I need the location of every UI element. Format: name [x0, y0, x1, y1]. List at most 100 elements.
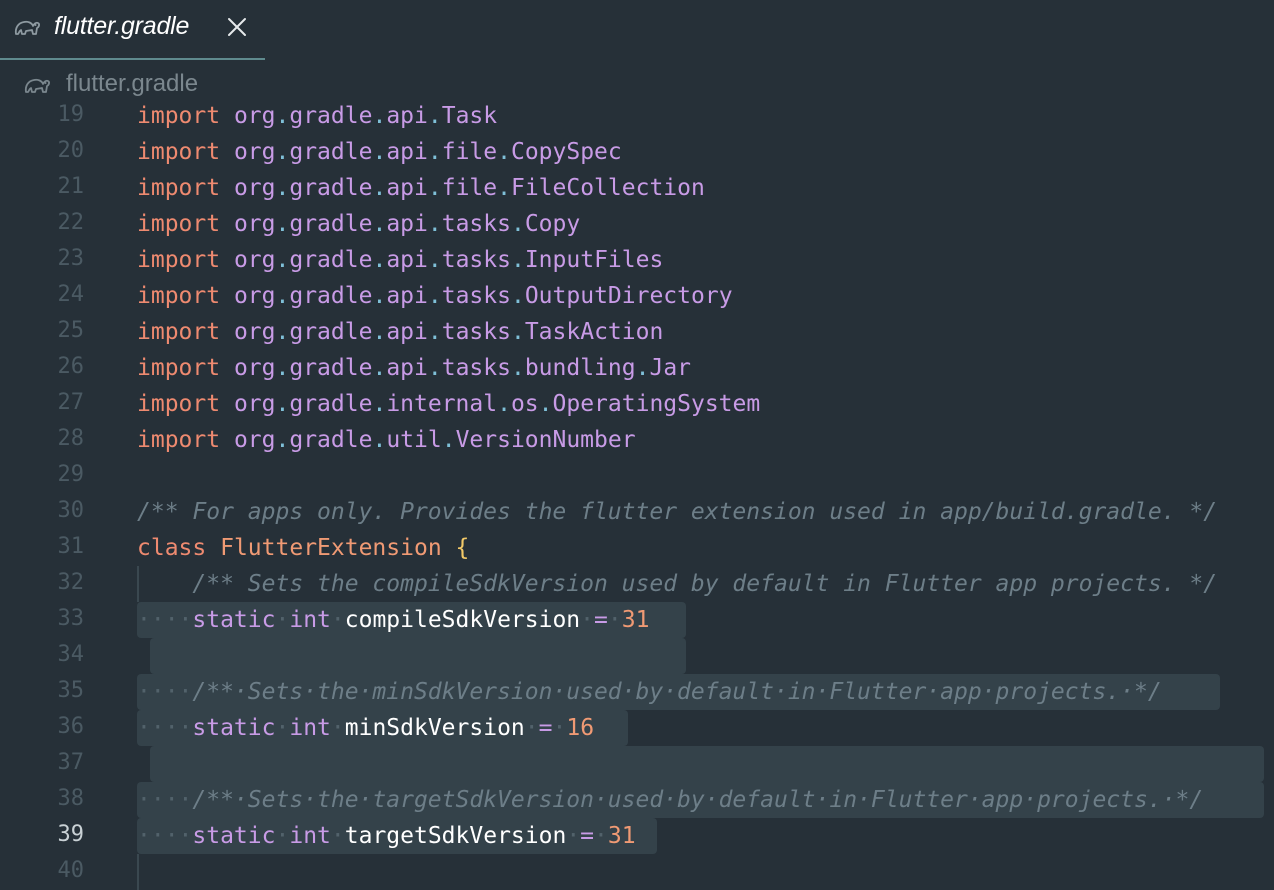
code-token: . — [538, 391, 553, 417]
code-text: import org.gradle.api.tasks.InputFiles — [137, 246, 663, 274]
code-token: tasks — [441, 247, 511, 273]
line-number: 34 — [57, 642, 85, 667]
code-token: org — [233, 247, 276, 273]
code-line[interactable]: 35 ····/**·Sets·the·minSdkVersion·used·by… — [0, 674, 1274, 710]
code-line[interactable]: 19 import org.gradle.api.Task — [0, 98, 1274, 134]
code-token: . — [275, 283, 290, 309]
code-token: TaskAction — [524, 319, 664, 345]
code-line[interactable]: 22 import org.gradle.api.tasks.Copy — [0, 206, 1274, 242]
code-token: util — [386, 427, 442, 453]
code-token: ···· — [137, 679, 193, 705]
code-line[interactable]: 33 ····static·int·compileSdkVersion·=·31 — [0, 602, 1274, 638]
code-token: OperatingSystem — [552, 391, 761, 417]
code-line[interactable]: 38 ····/**·Sets·the·targetSdkVersion·used… — [0, 782, 1274, 818]
code-token: ···· — [137, 607, 193, 633]
code-line[interactable]: 23 import org.gradle.api.tasks.InputFiles — [0, 242, 1274, 278]
code-token: import — [137, 391, 221, 417]
code-token: . — [427, 355, 442, 381]
tab-title: flutter.gradle — [54, 12, 190, 40]
code-line[interactable]: 24 import org.gradle.api.tasks.OutputDire… — [0, 278, 1274, 314]
code-line[interactable]: 34 — [0, 638, 1274, 674]
code-token: . — [510, 283, 525, 309]
code-line[interactable]: 36 ····static·int·minSdkVersion·=·16 — [0, 710, 1274, 746]
code-token: gradle — [289, 103, 373, 129]
code-token: VersionNumber — [455, 427, 636, 453]
code-line[interactable]: 28 import org.gradle.util.VersionNumber — [0, 422, 1274, 458]
code-line[interactable]: 25 import org.gradle.api.tasks.TaskAction — [0, 314, 1274, 350]
code-token: . — [510, 355, 525, 381]
code-token: api — [386, 355, 428, 381]
code-token: . — [427, 283, 442, 309]
code-token: org — [233, 355, 276, 381]
code-token: CopySpec — [510, 139, 622, 165]
code-line[interactable]: 21 import org.gradle.api.file.FileCollect… — [0, 170, 1274, 206]
code-token: Task — [441, 103, 498, 129]
code-token: gradle — [289, 211, 373, 237]
code-line[interactable]: 26 import org.gradle.api.tasks.bundling.J… — [0, 350, 1274, 386]
line-number: 21 — [57, 174, 85, 199]
line-number: 22 — [57, 210, 85, 235]
code-token: . — [372, 319, 387, 345]
code-token: static — [192, 823, 276, 849]
line-number: 30 — [57, 498, 85, 523]
code-token: /** For apps only. Provides the flutter … — [137, 499, 1218, 525]
code-line[interactable]: 30 /** For apps only. Provides the flutte… — [0, 494, 1274, 530]
code-token: 31 — [607, 823, 636, 849]
code-token: import — [137, 283, 221, 309]
code-token: . — [497, 175, 511, 201]
code-token: class — [137, 535, 207, 561]
code-token: OutputDirectory — [524, 283, 733, 309]
line-number: 40 — [57, 858, 85, 883]
code-token: /**·Sets·the·minSdkVersion·used·by·defau… — [192, 679, 1162, 705]
code-token: api — [386, 211, 428, 237]
code-token: . — [441, 427, 456, 453]
code-token: = — [580, 823, 595, 849]
code-token: . — [275, 319, 290, 345]
code-token: . — [372, 355, 387, 381]
code-token: api — [386, 139, 428, 165]
code-token: · — [552, 715, 567, 741]
code-text: ····static·int·minSdkVersion·=·16 — [137, 714, 594, 742]
code-line[interactable]: 27 import org.gradle.internal.os.Operatin… — [0, 386, 1274, 422]
code-token: import — [137, 211, 221, 237]
code-line[interactable]: 40 — [0, 854, 1274, 890]
code-line[interactable]: 32 /** Sets the compileSdkVersion used b… — [0, 566, 1274, 602]
code-token: . — [427, 247, 442, 273]
code-line[interactable]: 37 — [0, 746, 1274, 782]
code-line[interactable]: 29 — [0, 458, 1274, 494]
code-text: ····static·int·compileSdkVersion·=·31 — [137, 606, 649, 634]
code-token: gradle — [289, 139, 373, 165]
code-editor[interactable]: 19 import org.gradle.api.Task 20 import org… — [0, 98, 1274, 890]
line-number: 31 — [57, 534, 85, 559]
code-token: static — [192, 715, 276, 741]
code-text: /** Sets the compileSdkVersion used by d… — [137, 570, 1217, 598]
code-token: . — [372, 283, 387, 309]
code-line[interactable]: 20 import org.gradle.api.file.CopySpec — [0, 134, 1274, 170]
line-number: 37 — [57, 750, 85, 775]
line-number: 24 — [57, 282, 85, 307]
line-number: 20 — [57, 138, 85, 163]
code-token: bundling — [524, 355, 636, 381]
code-token: org — [233, 391, 276, 417]
line-number: 38 — [57, 786, 85, 811]
close-icon[interactable] — [226, 16, 248, 38]
code-text: import org.gradle.api.Task — [137, 102, 497, 130]
code-token: org — [233, 211, 276, 237]
code-line[interactable]: 31 class FlutterExtension { — [0, 530, 1274, 566]
code-token: import — [137, 355, 221, 381]
tab-flutter-gradle[interactable]: flutter.gradle — [0, 0, 265, 60]
code-token: api — [386, 103, 428, 129]
code-token: . — [275, 103, 290, 129]
code-text: import org.gradle.api.tasks.OutputDirect… — [137, 282, 733, 310]
line-number: 28 — [57, 426, 85, 451]
code-token: import — [137, 175, 221, 201]
code-token: · — [330, 607, 345, 633]
code-line[interactable]: 39 ····static·int·targetSdkVersion·=·31 — [0, 818, 1274, 854]
code-token: . — [427, 103, 442, 129]
line-number: 36 — [57, 714, 85, 739]
